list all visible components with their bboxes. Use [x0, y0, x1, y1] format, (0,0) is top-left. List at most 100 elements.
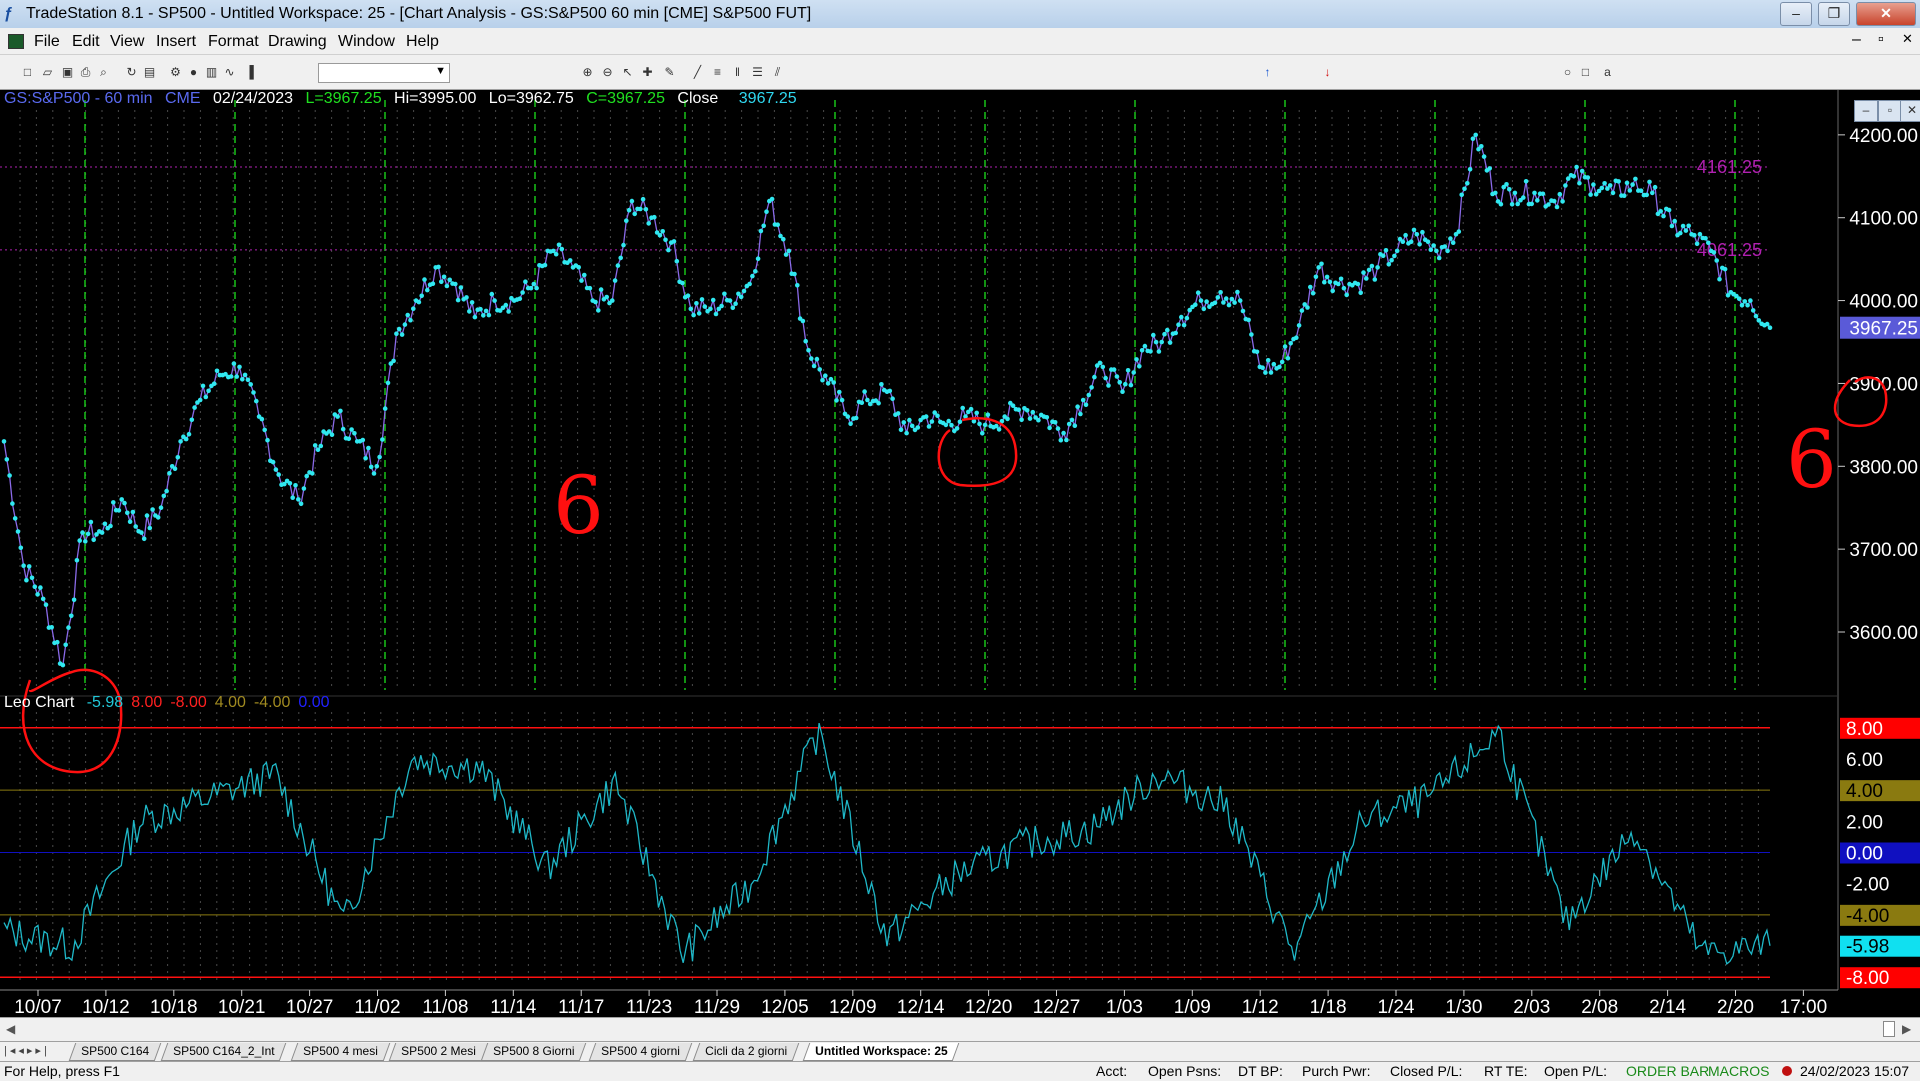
channel-icon[interactable]: ⫽: [770, 65, 785, 79]
tab-scroll-arrows-icon[interactable]: |◂◂▸▸|: [4, 1044, 50, 1057]
rectangle-icon[interactable]: □: [1578, 65, 1593, 79]
price-point: [1064, 437, 1069, 443]
minimize-button[interactable]: –: [1780, 2, 1812, 26]
arrow-down-icon[interactable]: ↓: [1320, 65, 1335, 79]
price-point: [1336, 281, 1341, 287]
restore-button[interactable]: ❐: [1818, 2, 1850, 26]
price-point: [890, 396, 895, 402]
toolbar-combo[interactable]: ▼: [318, 63, 450, 83]
price-point: [178, 439, 183, 444]
price-point: [528, 285, 534, 291]
price-point: [946, 418, 951, 424]
chart-canvas[interactable]: 4161.254061.254200.004100.004000.003900.…: [0, 90, 1920, 1017]
mdi-minimize-button[interactable]: –: [1852, 31, 1861, 49]
tools-icon[interactable]: ✎: [662, 65, 677, 79]
mdi-close-button[interactable]: ✕: [1902, 31, 1913, 47]
price-point: [1237, 298, 1243, 303]
cursor-icon[interactable]: ✚: [640, 65, 655, 79]
price-point: [18, 545, 24, 551]
price-point: [632, 211, 637, 217]
price-point: [1428, 247, 1434, 252]
price-point: [1448, 236, 1453, 241]
text-icon[interactable]: a: [1600, 65, 1615, 79]
chart-minimize-button[interactable]: –: [1854, 100, 1878, 122]
arrow-up-icon[interactable]: ↑: [1260, 65, 1275, 79]
zoom-in-icon[interactable]: ⊕: [580, 65, 595, 79]
menu-drawing[interactable]: Drawing: [268, 33, 327, 51]
price-point: [29, 575, 35, 581]
price-point: [696, 311, 702, 316]
workspace-tab[interactable]: SP500 8 Giorni: [480, 1043, 587, 1061]
menu-format[interactable]: Format: [208, 33, 259, 51]
status-closed-pl: Closed P/L:: [1390, 1063, 1463, 1079]
price-point: [1016, 407, 1021, 413]
indicator-icon[interactable]: ∿: [222, 65, 237, 79]
price-point: [1319, 261, 1324, 267]
price-point: [523, 279, 528, 284]
lock-icon[interactable]: ▤: [142, 65, 157, 79]
workspace-tab[interactable]: SP500 4 mesi: [290, 1043, 390, 1061]
menu-view[interactable]: View: [110, 33, 144, 51]
zoom-out-icon[interactable]: ⊖: [600, 65, 615, 79]
workspace-tab[interactable]: SP500 C164: [68, 1043, 162, 1061]
trendline-icon[interactable]: ╱: [690, 65, 705, 79]
scroll-thumb[interactable]: [1883, 1021, 1895, 1037]
close-button[interactable]: ✕: [1856, 2, 1916, 26]
save-icon[interactable]: ▣: [60, 65, 75, 79]
chart-close-button[interactable]: ✕: [1900, 100, 1920, 122]
menu-edit[interactable]: Edit: [72, 33, 100, 51]
price-point: [663, 237, 668, 243]
price-point: [175, 455, 181, 460]
title-bar: ƒ TradeStation 8.1 - SP500 - Untitled Wo…: [0, 0, 1920, 28]
workspace-tab[interactable]: SP500 2 Mesi: [388, 1043, 488, 1061]
scroll-right-icon[interactable]: ▶: [1902, 1022, 1911, 1036]
price-point: [161, 493, 167, 499]
workspace-tab[interactable]: Untitled Workspace: 25: [802, 1043, 960, 1061]
workspace-tab[interactable]: SP500 C164_2_Int: [160, 1043, 287, 1061]
leo-value: 0.00: [298, 694, 330, 711]
refresh-icon[interactable]: ↻: [124, 65, 139, 79]
vertical-line-icon[interactable]: ‖: [730, 65, 745, 79]
date-tick-label: 11/17: [558, 997, 604, 1017]
price-point: [472, 314, 478, 320]
chart-restore-button[interactable]: ▫: [1878, 100, 1902, 122]
price-point: [374, 464, 380, 469]
workspace-tab[interactable]: Cicli da 2 giorni: [692, 1043, 800, 1061]
price-point: [1212, 300, 1218, 306]
price-point: [265, 437, 270, 443]
print-icon[interactable]: ⎙: [78, 65, 93, 79]
macro-icon[interactable]: ●: [186, 65, 201, 79]
pointer-icon[interactable]: ↖: [620, 65, 635, 79]
horizontal-line-icon[interactable]: ≡: [710, 65, 725, 79]
price-point: [769, 196, 775, 202]
ellipse-icon[interactable]: ○: [1560, 65, 1575, 79]
fibonacci-icon[interactable]: ☰: [750, 65, 765, 79]
price-point: [1195, 290, 1201, 295]
settings-icon[interactable]: ⚙: [168, 65, 183, 79]
mdi-restore-button[interactable]: ▫: [1878, 31, 1884, 49]
menu-help[interactable]: Help: [406, 33, 439, 51]
horizontal-scrollbar[interactable]: ◀ ▶: [0, 1017, 1920, 1042]
price-point: [1767, 325, 1773, 330]
open-icon[interactable]: ▱: [40, 65, 55, 79]
bar-chart-icon[interactable]: ▐: [242, 65, 257, 79]
print-preview-icon[interactable]: ⌕: [96, 65, 111, 79]
price-point: [1005, 416, 1010, 422]
price-point: [1263, 370, 1268, 375]
price-point: [1683, 228, 1689, 233]
menu-window[interactable]: Window: [338, 33, 395, 51]
price-point: [63, 642, 68, 648]
menu-insert[interactable]: Insert: [156, 33, 196, 51]
price-point: [1509, 202, 1515, 207]
price-point: [1512, 190, 1518, 196]
price-point: [803, 338, 808, 344]
date-tick-label: 10/18: [150, 997, 198, 1017]
new-icon[interactable]: □: [20, 65, 35, 79]
chart-window-icon[interactable]: [8, 34, 24, 49]
macros-button[interactable]: MACROS: [1708, 1062, 1769, 1081]
chart-type-icon[interactable]: ▥: [204, 65, 219, 79]
scroll-left-icon[interactable]: ◀: [6, 1022, 15, 1036]
workspace-tab[interactable]: SP500 4 giorni: [588, 1043, 693, 1061]
order-bar-button[interactable]: ORDER BAR: [1626, 1062, 1709, 1081]
menu-file[interactable]: File: [34, 33, 60, 51]
